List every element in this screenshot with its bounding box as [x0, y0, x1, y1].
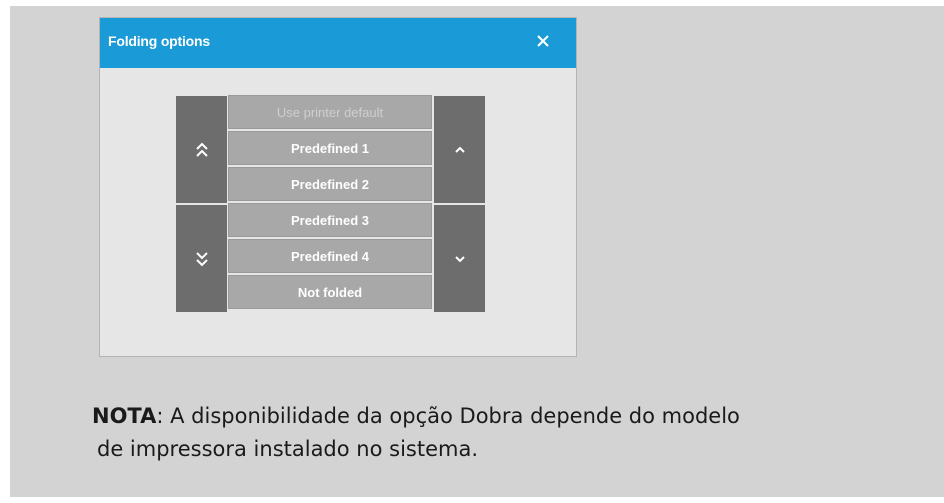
previous-option-button[interactable] — [434, 96, 485, 203]
chevron-up-icon — [454, 146, 465, 153]
note-text-line1: : A disponibilidade da opção Dobra depen… — [156, 404, 740, 428]
last-option-button[interactable] — [176, 205, 227, 312]
option-use-printer-default: Use printer default — [228, 95, 432, 129]
option-predefined-2[interactable]: Predefined 2 — [228, 167, 432, 201]
next-option-button[interactable] — [434, 205, 485, 312]
option-predefined-4[interactable]: Predefined 4 — [228, 239, 432, 273]
double-chevron-up-icon — [195, 142, 208, 157]
double-chevron-down-icon — [195, 251, 208, 266]
availability-note: NOTA: A disponibilidade da opção Dobra d… — [92, 400, 740, 466]
option-predefined-1[interactable]: Predefined 1 — [228, 131, 432, 165]
first-option-button[interactable] — [176, 96, 227, 203]
close-button[interactable] — [530, 28, 556, 54]
option-predefined-3[interactable]: Predefined 3 — [228, 203, 432, 237]
note-text-line2: de impressora instalado no sistema. — [97, 437, 478, 461]
close-icon — [537, 35, 549, 47]
dialog-title: Folding options — [108, 33, 210, 49]
chevron-down-icon — [454, 255, 465, 262]
folding-option-list: Use printer default Predefined 1 Predefi… — [228, 95, 432, 311]
screenshot-canvas: Folding options Use printer default Pred… — [10, 6, 944, 497]
option-not-folded[interactable]: Not folded — [228, 275, 432, 309]
note-label: NOTA — [92, 404, 157, 428]
dialog-titlebar: Folding options — [100, 18, 576, 68]
